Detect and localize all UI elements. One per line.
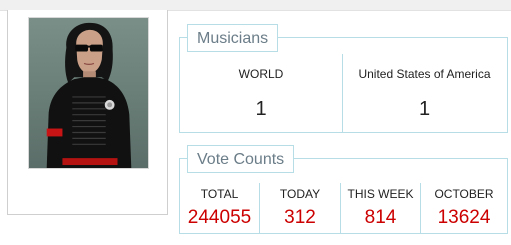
musicians-panel: Musicians WORLD 1 United States of Ameri… <box>179 24 508 133</box>
artist-photo-card <box>7 10 168 215</box>
week-votes-value: 814 <box>364 207 397 228</box>
country-rank-label[interactable]: United States of America <box>342 67 507 81</box>
vote-counts-legend: Vote Counts <box>187 145 295 173</box>
total-votes-value: 244055 <box>187 207 252 228</box>
world-rank-label: WORLD <box>238 67 284 81</box>
month-votes-label: OCTOBER <box>434 187 494 201</box>
world-rank-value: 1 <box>255 98 267 120</box>
artist-photo[interactable] <box>28 17 149 169</box>
week-votes-label: THIS WEEK <box>347 187 414 201</box>
votes-week-cell: THIS WEEK 814 <box>341 183 421 233</box>
month-votes-value: 13624 <box>437 207 491 228</box>
musicians-world-cell: WORLD 1 <box>180 54 343 132</box>
votes-month-cell: OCTOBER 13624 <box>421 183 507 233</box>
musicians-legend: Musicians <box>187 24 279 52</box>
today-votes-label: TODAY <box>279 187 321 201</box>
country-rank-value: 1 <box>418 98 431 120</box>
votes-today-cell: TODAY 312 <box>260 183 341 233</box>
musicians-country-cell: United States of America 1 <box>342 54 507 132</box>
total-votes-label: TOTAL <box>200 187 239 201</box>
votes-total-cell: TOTAL 244055 <box>180 183 260 233</box>
vote-counts-panel: Vote Counts TOTAL 244055 TODAY 312 THIS … <box>179 145 508 234</box>
today-votes-value: 312 <box>284 207 316 228</box>
